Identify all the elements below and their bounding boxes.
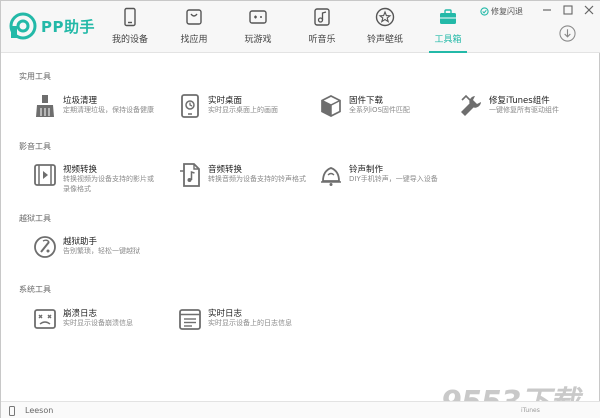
jailbreak-icon — [34, 236, 56, 258]
nav-label: 玩游戏 — [244, 35, 272, 45]
tool-name: 铃声制作 — [349, 165, 384, 175]
tool-name: 垃圾清理 — [63, 96, 98, 106]
tool-name: 实时日志 — [208, 309, 243, 319]
firmware-cube-icon — [321, 95, 341, 117]
tool-desc: 转换视频为设备支持的影片或 — [63, 175, 154, 183]
close-icon[interactable] — [582, 4, 596, 16]
nav-ringtones-wallpapers[interactable]: 铃声壁纸 — [355, 7, 415, 53]
minimize-icon[interactable] — [540, 4, 554, 16]
pp-logo-icon — [9, 12, 37, 40]
tool-realtime-log[interactable]: 实时日志 实时显示设备上的日志信息 — [178, 307, 318, 337]
maximize-icon[interactable] — [561, 4, 575, 16]
app-window: PP助手 我的设备 找应用 玩游戏 听音乐 铃声壁纸 工具箱 修复闪退 实用工具… — [0, 0, 600, 418]
tool-name: 越狱助手 — [63, 237, 98, 247]
desktop-device-icon — [181, 94, 199, 118]
nav-music[interactable]: 听音乐 — [292, 7, 352, 53]
tool-desc: 定期清理垃圾，保持设备健康 — [63, 106, 154, 114]
nav-find-apps[interactable]: 找应用 — [164, 7, 224, 53]
app-title: PP助手 — [41, 18, 95, 36]
tool-firmware-download[interactable]: 固件下载 全系列iOS固件匹配 — [319, 94, 449, 124]
tool-video-convert[interactable]: 视频转换 转换视频为设备支持的影片或 录像格式 — [33, 163, 163, 193]
tool-desc: DIY手机铃声，一键导入设备 — [349, 175, 438, 183]
broom-icon — [36, 95, 54, 117]
repair-label: 修复闪退 — [491, 7, 523, 16]
tool-name: 音频转换 — [208, 165, 243, 175]
tool-name: 崩溃日志 — [63, 309, 98, 319]
nav-toolbox[interactable]: 工具箱 — [418, 7, 478, 53]
tool-realtime-desktop[interactable]: 实时桌面 实时显示桌面上的画面 — [178, 94, 308, 124]
section-title-utilities: 实用工具 — [19, 72, 51, 81]
nav-label: 工具箱 — [434, 35, 462, 45]
nav-my-device[interactable]: 我的设备 — [100, 7, 160, 53]
phone-icon — [124, 7, 136, 27]
music-icon — [314, 8, 330, 26]
ringtone-bell-icon — [321, 167, 341, 186]
tool-ringtone-maker[interactable]: 铃声制作 DIY手机铃声，一键导入设备 — [319, 163, 459, 193]
section-title-system: 系统工具 — [19, 285, 51, 294]
tool-desc: 告别繁琐，轻松一键越狱 — [63, 247, 140, 255]
wrench-icon — [461, 94, 481, 116]
tool-desc-line2: 录像格式 — [63, 185, 91, 193]
repair-crash-button[interactable]: 修复闪退 — [480, 6, 523, 17]
realtime-log-icon — [179, 309, 201, 330]
download-manager-icon[interactable] — [559, 25, 576, 42]
top-bar: PP助手 我的设备 找应用 玩游戏 听音乐 铃声壁纸 工具箱 修复闪退 — [1, 1, 600, 53]
status-bar: Leeson iTunes — [1, 401, 600, 418]
tool-audio-convert[interactable]: 音频转换 转换音频为设备支持的铃声格式 — [178, 163, 318, 193]
nav-label: 找应用 — [180, 35, 208, 45]
tool-desc: 实时显示设备上的日志信息 — [208, 319, 292, 327]
tool-name: 修复iTunes组件 — [489, 96, 550, 106]
tool-jailbreak-assistant[interactable]: 越狱助手 告别繁琐，轻松一键越狱 — [33, 235, 163, 265]
status-itunes-text: iTunes — [521, 407, 540, 414]
video-convert-icon — [34, 164, 56, 186]
tool-crash-log[interactable]: 崩溃日志 实时显示设备崩溃信息 — [33, 307, 163, 337]
device-status-icon — [9, 406, 15, 416]
section-title-jailbreak: 越狱工具 — [19, 214, 51, 223]
nav-games[interactable]: 玩游戏 — [228, 7, 288, 53]
crash-log-icon — [34, 309, 56, 329]
tool-desc: 实时显示桌面上的画面 — [208, 106, 278, 114]
tool-name: 视频转换 — [63, 165, 98, 175]
tool-desc: 实时显示设备崩溃信息 — [63, 319, 133, 327]
nav-label: 铃声壁纸 — [366, 35, 403, 45]
tool-desc: 一键修复所有驱动组件 — [489, 106, 559, 114]
app-bag-icon — [186, 9, 202, 25]
audio-convert-icon — [180, 163, 200, 187]
section-title-media: 影音工具 — [19, 142, 51, 151]
active-tab-indicator — [429, 51, 467, 53]
gamepad-icon — [249, 10, 267, 24]
tool-name: 实时桌面 — [208, 96, 243, 106]
tool-repair-itunes[interactable]: 修复iTunes组件 一键修复所有驱动组件 — [459, 94, 589, 124]
repair-icon — [480, 7, 489, 16]
tool-junk-clean[interactable]: 垃圾清理 定期清理垃圾，保持设备健康 — [33, 94, 163, 124]
tool-desc: 转换音频为设备支持的铃声格式 — [208, 175, 306, 183]
status-username: Leeson — [25, 406, 54, 415]
nav-label: 我的设备 — [111, 35, 148, 45]
tool-name: 固件下载 — [349, 96, 384, 106]
star-icon — [375, 7, 395, 27]
toolbox-icon — [440, 9, 456, 24]
tool-desc: 全系列iOS固件匹配 — [349, 106, 410, 114]
nav-label: 听音乐 — [308, 35, 336, 45]
